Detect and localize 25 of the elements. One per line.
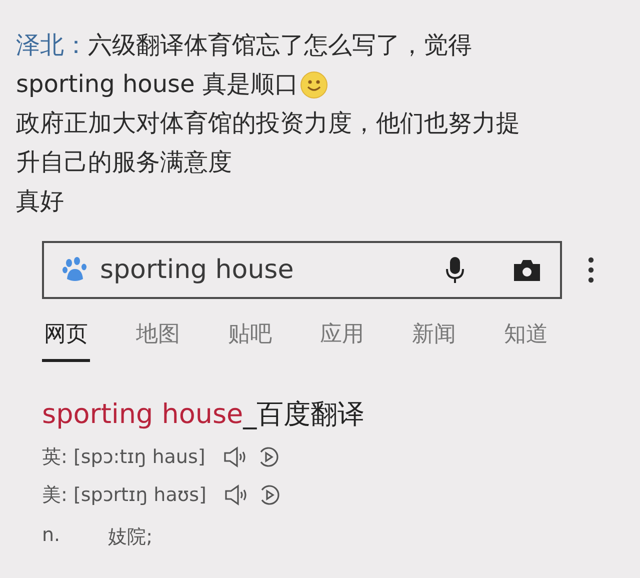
- search-field[interactable]: sporting house: [42, 241, 562, 299]
- comment-text: 政府正加大对体育馆的投资力度，他们也努力提: [16, 108, 520, 139]
- tab[interactable]: 应用: [318, 315, 366, 362]
- comment-text: sporting house 真是顺口: [16, 69, 298, 100]
- comment-text: 升自己的服务满意度: [16, 147, 232, 178]
- tab[interactable]: 贴吧: [226, 315, 274, 362]
- paw-icon: [62, 257, 88, 283]
- speaker-icon[interactable]: [224, 484, 248, 506]
- tab[interactable]: 新闻: [410, 315, 458, 362]
- comment-text: 六级翻译体育馆忘了怎么写了，觉得: [88, 30, 472, 61]
- comment-text: 真好: [16, 186, 64, 217]
- microphone-icon[interactable]: [446, 256, 464, 284]
- tab[interactable]: 地图: [134, 315, 182, 362]
- result-title[interactable]: sporting house_百度翻译: [42, 396, 640, 432]
- more-icon[interactable]: [588, 257, 594, 283]
- tab[interactable]: 知道: [502, 315, 550, 362]
- speaker-icon[interactable]: [223, 446, 248, 468]
- search-text: sporting house: [100, 255, 295, 285]
- definition-text: 妓院;: [108, 525, 152, 550]
- pronunciation-text: 美: [spɔrtɪŋ haʊs]: [42, 483, 206, 508]
- camera-icon[interactable]: [512, 258, 542, 282]
- username[interactable]: 泽北：: [16, 26, 88, 65]
- pronunciation-text: 英: [spɔ:tɪŋ haus]: [42, 445, 206, 470]
- part-of-speech: n.: [42, 524, 60, 548]
- tab[interactable]: 网页: [42, 315, 90, 362]
